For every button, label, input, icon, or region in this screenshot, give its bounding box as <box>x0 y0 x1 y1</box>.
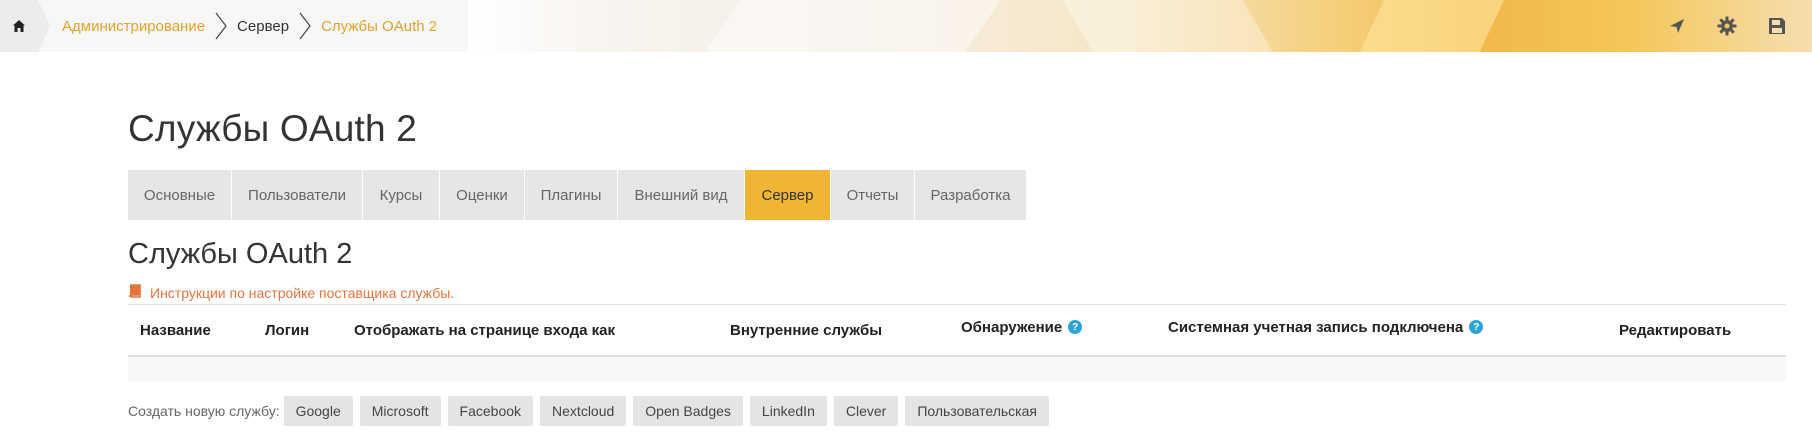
column-header-discovery-wrap: Обнаружение ? <box>961 302 1083 352</box>
tab-plugins[interactable]: Плагины <box>525 170 618 220</box>
breadcrumb: Администрирование Сервер Службы OAuth 2 <box>0 0 468 52</box>
breadcrumb-item-administration[interactable]: Администрирование <box>62 0 205 52</box>
help-icon[interactable]: ? <box>1469 320 1484 334</box>
column-header-edit: Редактировать <box>1619 321 1732 339</box>
breadcrumb-item-server[interactable]: Сервер <box>237 0 289 52</box>
section-title: Службы OAuth 2 <box>128 238 353 270</box>
create-open-badges-button[interactable]: Open Badges <box>633 396 743 426</box>
tab-development[interactable]: Разработка <box>915 170 1027 220</box>
help-icon[interactable]: ? <box>1068 320 1083 334</box>
create-google-button[interactable]: Google <box>283 396 353 426</box>
column-header-discovery: Обнаружение <box>961 318 1063 336</box>
tab-general[interactable]: Основные <box>128 170 232 220</box>
create-service-bar: Создать новую службу: Google Microsoft F… <box>128 396 1056 426</box>
instructions-link-text[interactable]: Инструкции по настройке поставщика служб… <box>150 285 454 301</box>
page-title: Службы OAuth 2 <box>128 108 418 149</box>
book-icon <box>128 284 142 301</box>
column-header-internal-services: Внутренние службы <box>730 321 883 339</box>
admin-tabs: Основные Пользователи Курсы Оценки Плаги… <box>128 170 1027 220</box>
chevron-right-icon <box>297 0 313 52</box>
tab-appearance[interactable]: Внешний вид <box>618 170 745 220</box>
oauth2-services-table: Название Логин Отображать на странице вх… <box>128 304 1786 381</box>
instructions-link[interactable]: Инструкции по настройке поставщика служб… <box>128 284 454 301</box>
table-empty-row <box>128 357 1786 381</box>
home-icon[interactable] <box>0 0 50 52</box>
navigate-icon[interactable] <box>1666 15 1688 37</box>
create-microsoft-button[interactable]: Microsoft <box>359 396 441 426</box>
column-header-system-account: Системная учетная запись подключена <box>1168 318 1464 336</box>
tab-grades[interactable]: Оценки <box>440 170 525 220</box>
top-navbar: Администрирование Сервер Службы OAuth 2 <box>0 0 1812 52</box>
column-header-show-on-login: Отображать на странице входа как <box>354 321 615 339</box>
column-header-login: Логин <box>265 321 310 339</box>
breadcrumb-item-oauth2[interactable]: Службы OAuth 2 <box>321 0 437 52</box>
chevron-right-icon <box>213 0 229 52</box>
create-service-label: Создать новую службу: <box>128 403 280 419</box>
tab-reports[interactable]: Отчеты <box>831 170 915 220</box>
create-clever-button[interactable]: Clever <box>833 396 899 426</box>
table-header-row: Название Логин Отображать на странице вх… <box>128 304 1786 357</box>
save-icon[interactable] <box>1766 15 1788 37</box>
gear-icon[interactable] <box>1716 15 1738 37</box>
column-header-name: Название <box>140 321 211 339</box>
tab-server[interactable]: Сервер <box>745 170 831 220</box>
create-custom-button[interactable]: Пользовательская <box>905 396 1049 426</box>
tab-courses[interactable]: Курсы <box>363 170 440 220</box>
create-facebook-button[interactable]: Facebook <box>447 396 534 426</box>
create-linkedin-button[interactable]: LinkedIn <box>749 396 827 426</box>
create-nextcloud-button[interactable]: Nextcloud <box>540 396 627 426</box>
column-header-system-account-wrap: Системная учетная запись подключена ? <box>1168 302 1484 352</box>
tab-users[interactable]: Пользователи <box>232 170 363 220</box>
